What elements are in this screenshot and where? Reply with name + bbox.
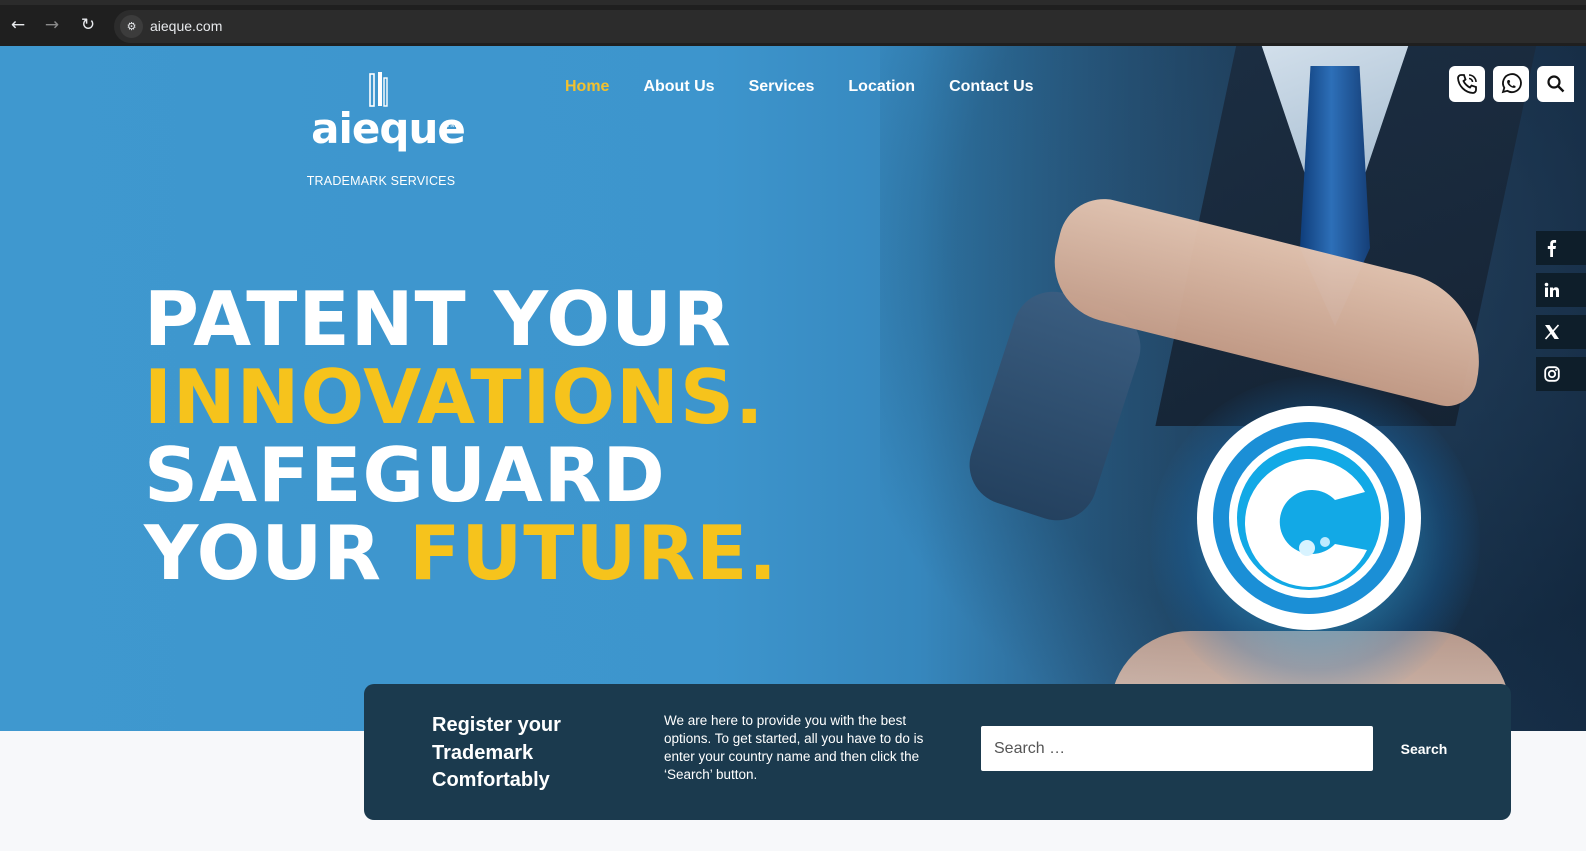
headline-line-4-white: YOUR — [144, 509, 410, 597]
url-text[interactable]: aieque.com — [150, 18, 222, 34]
hero-headline: PATENT YOUR INNOVATIONS. SAFEGUARD YOUR … — [144, 280, 778, 592]
social-sidebar — [1536, 231, 1586, 399]
nav-about-us[interactable]: About Us — [643, 78, 714, 100]
facebook-icon — [1547, 240, 1557, 257]
facebook-link[interactable] — [1536, 231, 1586, 265]
search-button[interactable]: Search — [1382, 726, 1466, 771]
linkedin-link[interactable] — [1536, 273, 1586, 307]
headline-line-2: INNOVATIONS. — [144, 353, 765, 441]
search-icon — [1546, 75, 1564, 93]
linkedin-icon — [1544, 282, 1559, 297]
reload-icon[interactable]: ↻ — [76, 13, 100, 37]
headline-line-4: YOUR FUTURE. — [144, 514, 778, 592]
header-search-button[interactable] — [1537, 66, 1574, 102]
back-icon[interactable]: ← — [6, 13, 30, 37]
nav-location[interactable]: Location — [848, 78, 915, 100]
nav-contact-us[interactable]: Contact Us — [949, 78, 1033, 100]
copyright-icon — [1197, 406, 1421, 630]
main-navigation: Home About Us Services Location Contact … — [565, 78, 1034, 100]
instagram-link[interactable] — [1536, 357, 1586, 391]
logo-mark-icon — [369, 72, 388, 107]
headline-line-4-yellow: FUTURE. — [409, 509, 778, 597]
headline-line-3: SAFEGUARD — [144, 431, 666, 519]
logo-tagline: TRADEMARK SERVICES — [306, 174, 456, 188]
logo-trademark: TM — [446, 122, 457, 129]
whatsapp-button[interactable] — [1493, 66, 1529, 102]
panel-title: Register your Trademark Comfortably — [432, 714, 561, 791]
x-icon — [1544, 324, 1560, 340]
panel-description: We are here to provide you with the best… — [664, 713, 924, 782]
x-twitter-link[interactable] — [1536, 315, 1586, 349]
phone-icon — [1457, 74, 1477, 94]
whatsapp-icon — [1501, 73, 1522, 94]
instagram-icon — [1544, 366, 1560, 382]
forward-icon[interactable]: → — [40, 13, 64, 37]
phone-button[interactable] — [1449, 66, 1485, 102]
site-logo[interactable]: aieque TM TRADEMARK SERVICES — [300, 68, 470, 198]
headline-line-1: PATENT YOUR — [144, 275, 732, 363]
address-bar[interactable]: ⚙ aieque.com — [114, 10, 1586, 43]
register-panel: Register your Trademark Comfortably We a… — [364, 684, 1511, 820]
browser-toolbar: ← → ↻ ⚙ aieque.com — [0, 0, 1586, 46]
nav-home[interactable]: Home — [565, 78, 609, 100]
country-search-input[interactable] — [981, 726, 1373, 771]
header-actions — [1449, 66, 1574, 102]
site-info-icon[interactable]: ⚙ — [120, 15, 143, 38]
logo-wordmark: aieque — [311, 104, 466, 153]
nav-services[interactable]: Services — [749, 78, 815, 100]
